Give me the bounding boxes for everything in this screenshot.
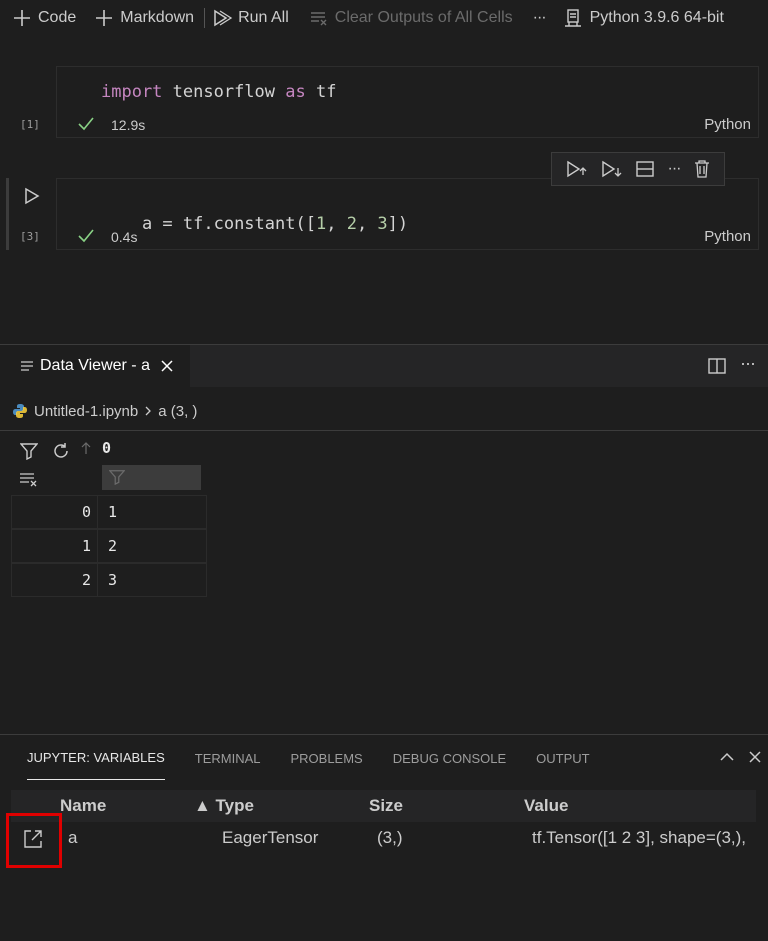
number-literal: 2 [346, 214, 357, 234]
add-markdown-label: Markdown [120, 9, 195, 26]
tab-terminal[interactable]: TERMINAL [195, 736, 261, 780]
code-text: a = tf.constant([ [141, 214, 316, 234]
clear-outputs-label: Clear Outputs of All Cells [334, 9, 513, 26]
more-actions-button[interactable]: ··· [532, 0, 547, 36]
execute-above-icon[interactable] [565, 159, 587, 179]
column-header-0[interactable]: 0 [102, 439, 111, 457]
keyword-import: import [101, 82, 163, 102]
row-index: 0 [12, 496, 98, 528]
sort-arrow-icon[interactable] [81, 441, 91, 455]
plus-icon [96, 10, 113, 26]
highlight-annotation [6, 813, 62, 868]
cell-1-duration: 12.9s [111, 117, 146, 133]
code-text: , [326, 214, 347, 234]
number-literal: 1 [315, 214, 327, 234]
breadcrumb: Untitled-1.ipynb a (3, ) [12, 400, 197, 422]
success-check-icon [78, 229, 94, 243]
code-cell-1[interactable]: import tensorflow as tf [56, 66, 759, 138]
more-cell-actions-icon[interactable]: ··· [668, 160, 682, 178]
cell-2-code[interactable]: a = tf.constant([1, 2, 3]) [101, 194, 408, 254]
variables-table-header: Name ▲ Type Size Value [11, 790, 756, 822]
column-size[interactable]: Size [369, 796, 403, 816]
plus-icon [14, 10, 30, 26]
variable-value: tf.Tensor([1 2 3], shape=(3,), [532, 828, 747, 847]
run-cell-icon[interactable] [24, 187, 40, 205]
tab-problems[interactable]: PROBLEMS [290, 736, 362, 780]
code-text: tensorflow [162, 82, 286, 102]
breadcrumb-divider [0, 430, 768, 431]
data-viewer-tab[interactable]: Data Viewer - a [0, 345, 190, 387]
cell-1-execution-count: [1] [20, 118, 40, 131]
split-editor-icon[interactable] [707, 356, 727, 376]
column-type[interactable]: ▲ Type [194, 796, 254, 816]
more-actions-label: ··· [532, 9, 547, 26]
column-filter-input[interactable] [102, 465, 201, 490]
data-viewer-tab-title: Data Viewer - a [40, 357, 150, 374]
cell-2-duration: 0.4s [111, 229, 138, 245]
code-text: ]) [387, 214, 409, 234]
run-all-button[interactable]: Run All [212, 0, 289, 36]
filter-icon[interactable] [20, 442, 38, 460]
clear-all-icon [310, 12, 327, 26]
row-index: 1 [12, 530, 98, 562]
cell-1-language[interactable]: Python [704, 116, 751, 133]
tab-debug-console[interactable]: DEBUG CONSOLE [393, 736, 506, 780]
cell-value[interactable]: 1 [98, 496, 206, 528]
data-grid-row[interactable]: 1 2 [11, 529, 207, 563]
data-grid-row[interactable]: 0 1 [11, 495, 207, 529]
list-icon [21, 361, 33, 371]
data-grid-row[interactable]: 2 3 [11, 563, 207, 597]
cell-value[interactable]: 2 [98, 530, 206, 562]
add-markdown-cell-button[interactable]: Markdown [94, 0, 194, 36]
run-all-label: Run All [238, 9, 289, 26]
row-index: 2 [12, 564, 98, 596]
kernel-picker[interactable]: Python 3.9.6 64-bit [564, 0, 724, 36]
run-all-icon [214, 9, 233, 27]
delete-icon[interactable] [693, 159, 711, 179]
close-icon[interactable] [160, 359, 174, 373]
variable-row[interactable]: a EagerTensor (3,) tf.Tensor([1 2 3], sh… [11, 822, 756, 858]
breadcrumb-file[interactable]: Untitled-1.ipynb [34, 403, 138, 420]
cell-1-code[interactable]: import tensorflow as tf [101, 82, 336, 102]
cell-toolbar: ··· [551, 152, 725, 186]
tab-output[interactable]: OUTPUT [536, 736, 589, 780]
notebook-toolbar: Code Markdown Run All Clear Outputs of A… [0, 0, 768, 36]
more-actions-icon[interactable]: ··· [740, 353, 756, 374]
data-viewer-tab-bar: Data Viewer - a ··· [0, 345, 768, 387]
clear-filters-icon[interactable] [19, 472, 39, 488]
breadcrumb-variable[interactable]: a (3, ) [158, 403, 197, 420]
cell-2-language[interactable]: Python [704, 228, 751, 245]
clear-outputs-button[interactable]: Clear Outputs of All Cells [309, 0, 513, 36]
chevron-up-icon[interactable] [719, 749, 735, 765]
code-text: , [356, 214, 378, 234]
close-panel-icon[interactable] [748, 750, 762, 764]
kernel-icon [564, 9, 581, 27]
column-name[interactable]: Name [60, 796, 106, 816]
kernel-label: Python 3.9.6 64-bit [589, 9, 724, 26]
execute-below-icon[interactable] [600, 159, 622, 179]
code-text: tf [305, 82, 337, 102]
cell-2-execution-count: [3] [20, 230, 40, 243]
split-cell-icon[interactable] [635, 159, 655, 179]
tab-jupyter-variables[interactable]: JUPYTER: VARIABLES [27, 736, 165, 780]
cell-focus-indicator [6, 178, 9, 250]
variable-size: (3,) [377, 828, 403, 847]
toolbar-divider [204, 8, 206, 28]
panel-tab-bar: JUPYTER: VARIABLES TERMINAL PROBLEMS DEB… [0, 735, 768, 781]
chevron-right-icon [145, 406, 152, 416]
success-check-icon [78, 117, 94, 131]
refresh-icon[interactable] [52, 442, 70, 460]
variable-name: a [68, 828, 78, 847]
python-file-icon [13, 404, 27, 418]
number-literal: 3 [377, 214, 388, 234]
add-code-label: Code [38, 9, 77, 26]
column-value[interactable]: Value [524, 796, 568, 816]
cell-value[interactable]: 3 [98, 564, 206, 596]
data-grid-header: 0 [11, 432, 207, 496]
filter-icon [109, 470, 125, 485]
variable-type: EagerTensor [222, 828, 319, 847]
code-cell-2[interactable]: a = tf.constant([1, 2, 3]) [56, 178, 759, 250]
keyword-as: as [285, 82, 306, 102]
add-code-cell-button[interactable]: Code [12, 0, 76, 36]
